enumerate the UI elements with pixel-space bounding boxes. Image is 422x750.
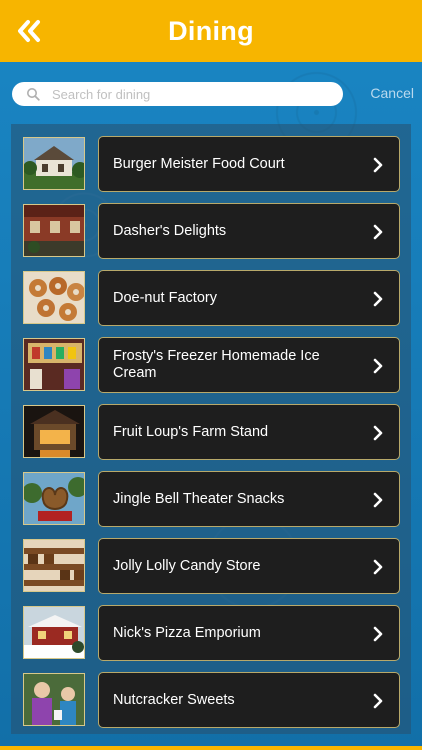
building-photo-icon [24,138,84,189]
list-item: Dasher's Delights [23,203,401,259]
list-item: Nutcracker Sweets [23,672,401,728]
list-item: Burger Meister Food Court [23,136,401,192]
item-label: Burger Meister Food Court [113,155,285,172]
donuts-photo-icon [24,272,84,323]
thumbnail-image[interactable] [23,137,85,190]
chevron-right-icon [373,559,383,575]
list-item: Frosty's Freezer Homemade Ice Cream [23,337,401,393]
chevron-right-icon [373,224,383,240]
list-item: Nick's Pizza Emporium [23,605,401,661]
chevron-right-icon [373,291,383,307]
pretzel-sign-photo-icon [24,473,84,524]
snowy-building-photo-icon [24,607,84,658]
dining-item-button[interactable]: Doe-nut Factory [98,270,400,326]
page-title: Dining [168,15,254,46]
thumbnail-image[interactable] [23,338,85,391]
thumbnail-image[interactable] [23,405,85,458]
list-item: Fruit Loup's Farm Stand [23,404,401,460]
thumbnail-image[interactable] [23,539,85,592]
item-label: Fruit Loup's Farm Stand [113,423,269,440]
thumbnail-image[interactable] [23,673,85,726]
list-item: Jolly Lolly Candy Store [23,538,401,594]
chevron-right-icon [373,492,383,508]
chevron-right-icon [373,693,383,709]
search-icon [27,88,40,101]
dining-item-button[interactable]: Dasher's Delights [98,203,400,259]
shop-photo-icon [24,205,84,256]
chevron-right-icon [373,626,383,642]
item-label: Jingle Bell Theater Snacks [113,490,285,507]
item-label: Doe-nut Factory [113,289,217,306]
thumbnail-image[interactable] [23,204,85,257]
dining-item-button[interactable]: Burger Meister Food Court [98,136,400,192]
chevron-right-icon [373,358,383,374]
list-item: Doe-nut Factory [23,270,401,326]
item-label: Nutcracker Sweets [113,691,235,708]
item-label: Nick's Pizza Emporium [113,624,261,641]
thumbnail-image[interactable] [23,606,85,659]
item-label: Dasher's Delights [113,222,227,239]
dining-list: Burger Meister Food Court Dasher's Delig… [11,124,411,734]
back-double-chevron-icon[interactable] [16,18,42,44]
farm-stand-photo-icon [24,406,84,457]
dining-item-button[interactable]: Nick's Pizza Emporium [98,605,400,661]
dining-item-button[interactable]: Frosty's Freezer Homemade Ice Cream [98,337,400,393]
candy-display-photo-icon [24,540,84,591]
bottom-accent-bar [0,746,422,750]
dining-item-button[interactable]: Nutcracker Sweets [98,672,400,728]
search-input[interactable] [50,85,324,103]
list-item: Jingle Bell Theater Snacks [23,471,401,527]
dining-item-button[interactable]: Jolly Lolly Candy Store [98,538,400,594]
kids-photo-icon [24,674,84,725]
chevron-right-icon [373,157,383,173]
ice-cream-shop-photo-icon [24,339,84,390]
search-box[interactable] [12,82,343,106]
dining-item-button[interactable]: Jingle Bell Theater Snacks [98,471,400,527]
thumbnail-image[interactable] [23,472,85,525]
thumbnail-image[interactable] [23,271,85,324]
header-bar: Dining [0,0,422,62]
item-label: Jolly Lolly Candy Store [113,557,261,574]
item-label: Frosty's Freezer Homemade Ice Cream [113,348,320,381]
search-row: Cancel [12,82,414,106]
cancel-button[interactable]: Cancel [370,85,414,101]
chevron-right-icon [373,425,383,441]
dining-item-button[interactable]: Fruit Loup's Farm Stand [98,404,400,460]
